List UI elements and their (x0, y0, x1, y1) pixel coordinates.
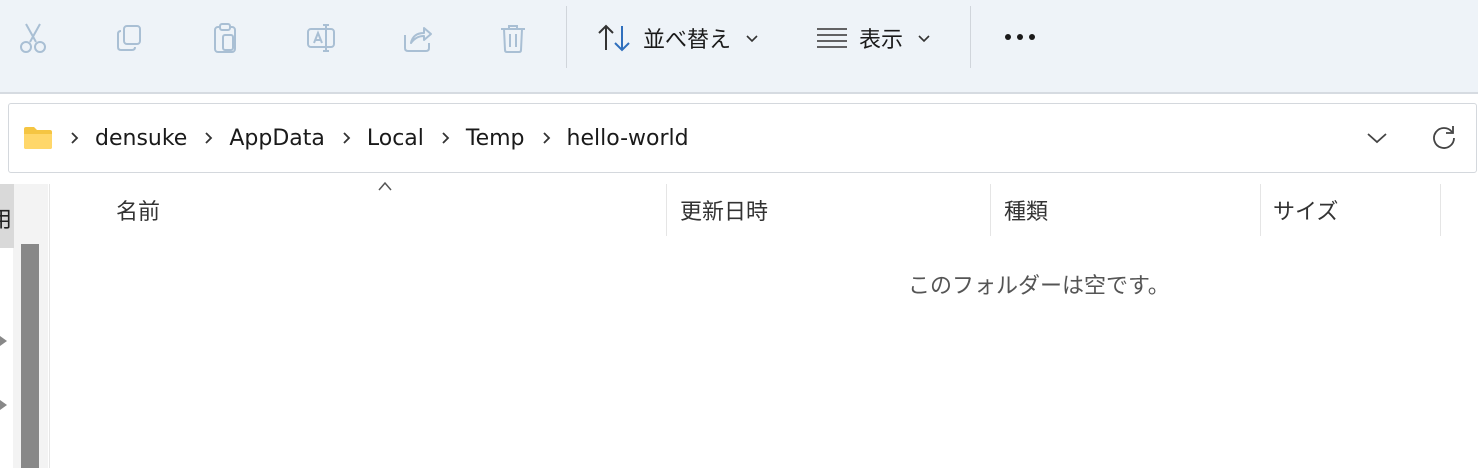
sort-label: 並べ替え (643, 28, 732, 53)
breadcrumb-item-current[interactable]: hello-world (567, 126, 689, 151)
paste-button[interactable] (203, 16, 247, 60)
breadcrumb: densuke AppData Local Temp hello-world (23, 104, 689, 172)
view-lines-icon (815, 25, 849, 51)
rename-icon (307, 24, 335, 52)
chevron-right-icon[interactable] (341, 131, 351, 145)
copy-icon (117, 25, 141, 51)
share-button[interactable] (395, 16, 439, 60)
column-divider[interactable] (666, 184, 667, 236)
nav-scrollbar-thumb[interactable] (21, 244, 39, 468)
trash-icon (501, 25, 525, 53)
column-header-date-modified[interactable]: 更新日時 (680, 184, 768, 236)
delete-button[interactable] (491, 16, 535, 60)
more-options-button[interactable] (1000, 22, 1040, 52)
column-header-label: 更新日時 (680, 200, 769, 225)
sort-ascending-icon (378, 181, 392, 191)
address-history-dropdown[interactable] (1361, 122, 1393, 154)
copy-button[interactable] (107, 16, 151, 60)
refresh-icon (1433, 126, 1455, 149)
nav-item-label: 用 (0, 208, 13, 233)
scissors-icon (20, 23, 46, 53)
share-icon (404, 27, 432, 52)
folder-icon (23, 126, 53, 150)
refresh-button[interactable] (1427, 120, 1461, 154)
nav-item-selected[interactable]: 用 (0, 184, 14, 248)
toolbar-separator (566, 6, 567, 68)
paste-icon (214, 23, 236, 53)
column-divider[interactable] (990, 184, 991, 236)
breadcrumb-item[interactable]: Local (367, 126, 424, 151)
expand-arrow-icon[interactable] (0, 334, 8, 348)
pane-divider[interactable] (49, 184, 50, 468)
toolbar-separator (970, 6, 971, 68)
column-divider[interactable] (1260, 184, 1261, 236)
expand-arrow-icon[interactable] (0, 398, 8, 412)
view-label: 表示 (859, 28, 904, 53)
breadcrumb-item[interactable]: densuke (95, 126, 187, 151)
chevron-right-icon[interactable] (440, 131, 450, 145)
column-header-type[interactable]: 種類 (1004, 184, 1048, 236)
breadcrumb-item[interactable]: Temp (466, 126, 525, 151)
chevron-down-icon (917, 33, 931, 43)
view-button[interactable]: 表示 (815, 16, 931, 60)
sort-icon (597, 23, 633, 53)
navigation-pane: 用 (0, 184, 48, 468)
column-header-label: サイズ (1273, 200, 1339, 225)
empty-folder-message: このフォルダーは空です。 (908, 274, 1170, 299)
column-header-label: 種類 (1004, 200, 1049, 225)
column-header-label: 名前 (116, 200, 161, 225)
column-divider[interactable] (1440, 184, 1441, 236)
column-header-size[interactable]: サイズ (1273, 184, 1338, 236)
address-bar[interactable]: densuke AppData Local Temp hello-world (8, 103, 1477, 173)
chevron-right-icon (69, 131, 79, 145)
cut-button[interactable] (11, 16, 55, 60)
chevron-right-icon[interactable] (203, 131, 213, 145)
chevron-down-icon (1367, 133, 1387, 144)
rename-button[interactable] (299, 16, 343, 60)
chevron-right-icon[interactable] (541, 131, 551, 145)
command-bar: 並べ替え 表示 (0, 0, 1478, 94)
breadcrumb-item[interactable]: AppData (229, 126, 325, 151)
sort-button[interactable]: 並べ替え (597, 16, 759, 60)
column-header-name[interactable]: 名前 (116, 184, 160, 236)
more-icon (1005, 34, 1035, 40)
chevron-down-icon (745, 33, 759, 43)
